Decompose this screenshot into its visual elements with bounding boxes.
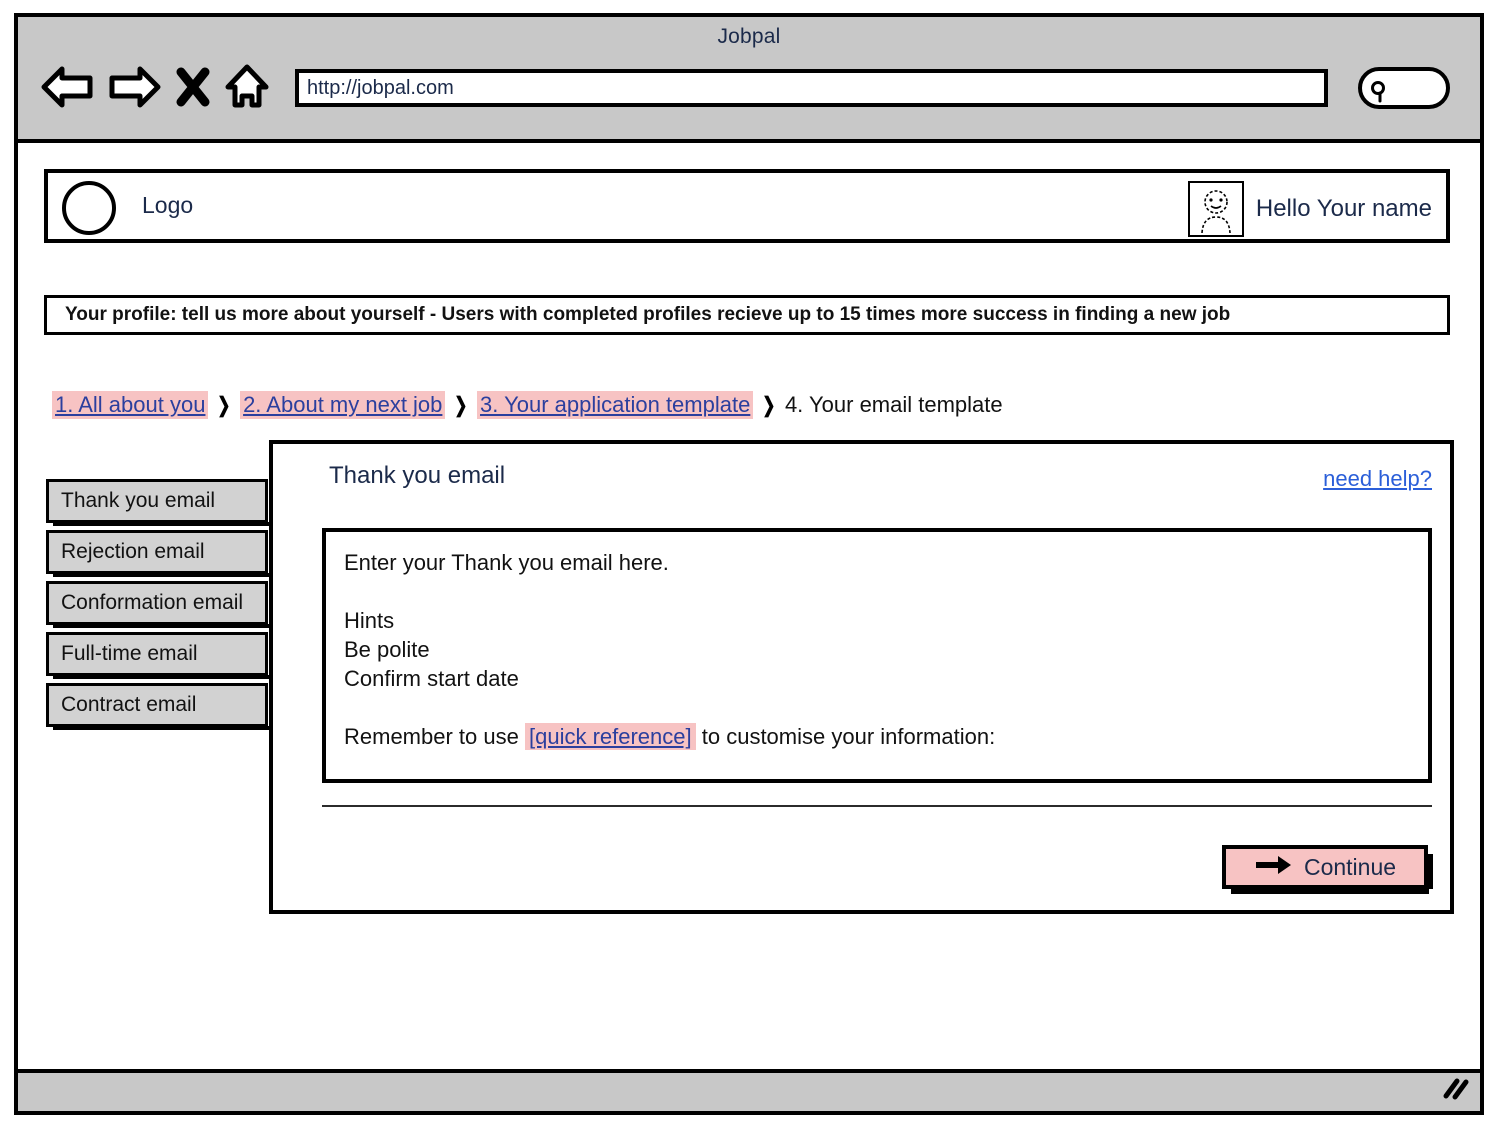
tab-label: Full-time email [61,642,198,665]
email-template-panel: Thank you email need help? Enter your Th… [269,440,1454,914]
breadcrumb-step-4: 4. Your email template [784,392,1003,417]
breadcrumb-separator: ❯ [454,393,468,417]
continue-button[interactable]: Continue [1222,845,1433,894]
editor-line-confirm-start-date: Confirm start date [344,666,519,691]
editor-line-hints: Hints [344,608,395,633]
breadcrumb-step-3[interactable]: 3. Your application template [477,391,754,419]
tab-contract-email[interactable]: Contract email [46,683,269,730]
need-help-link[interactable]: need help? [1323,466,1432,492]
search-input[interactable] [1358,67,1450,109]
breadcrumb: 1. All about you ❯ 2. About my next job … [52,391,1003,419]
browser-nav-icons [40,63,270,111]
tab-thank-you-email[interactable]: Thank you email [46,479,269,526]
remember-prefix: Remember to use [344,724,519,749]
email-body-textarea[interactable]: Enter your Thank you email here. Hints B… [322,528,1432,783]
breadcrumb-step-2[interactable]: 2. About my next job [240,391,446,419]
url-field[interactable]: http://jobpal.com [295,69,1328,107]
tab-label: Rejection email [61,540,205,563]
resize-grip-icon[interactable] [1440,1075,1470,1106]
url-text: http://jobpal.com [307,76,454,99]
editor-spacer [344,693,1410,722]
editor-line-intro: Enter your Thank you email here. [344,550,669,575]
breadcrumb-step-1[interactable]: 1. All about you [52,391,209,419]
site-header: Logo Hello Your name [44,169,1450,243]
search-icon [1368,79,1392,110]
right-arrow-icon [1254,854,1294,881]
editor-spacer [344,577,1410,606]
status-bar [18,1069,1480,1111]
breadcrumb-separator: ❯ [762,393,776,417]
greeting-text: Hello Your name [1255,195,1432,222]
browser-window: Jobpal http://jobpal.com Logo Hello Your… [14,13,1484,1115]
logo-icon [62,181,116,235]
panel-divider [322,805,1432,807]
email-template-tab-list: Thank you email Rejection email Conforma… [46,479,269,734]
tab-label: Conformation email [61,591,244,614]
close-x-icon[interactable] [176,65,210,109]
quick-reference-link[interactable]: [quick reference] [524,723,696,750]
tab-conformation-email[interactable]: Conformation email [46,581,269,628]
editor-line-remember: Remember to use [quick reference] to cus… [344,722,1410,751]
remember-suffix: to customise your information: [701,724,996,749]
forward-arrow-icon[interactable] [108,65,162,109]
panel-title: Thank you email [329,462,506,489]
profile-promo-banner: Your profile: tell us more about yoursel… [44,295,1450,335]
tab-full-time-email[interactable]: Full-time email [46,632,269,679]
tab-rejection-email[interactable]: Rejection email [46,530,269,577]
home-icon[interactable] [224,63,270,111]
back-arrow-icon[interactable] [40,65,94,109]
browser-chrome-bar: Jobpal http://jobpal.com [18,17,1480,143]
page-content: Logo Hello Your name Your profile: tell … [18,143,1480,1065]
tab-label: Contract email [61,693,197,716]
promo-text: Your profile: tell us more about yoursel… [65,304,1231,325]
continue-label: Continue [1303,853,1397,880]
user-area[interactable]: Hello Your name [1187,181,1432,237]
user-avatar-icon[interactable] [1187,181,1244,237]
logo-label: Logo [142,192,194,218]
tab-label: Thank you email [61,489,216,512]
panel-header: Thank you email need help? [273,444,1450,506]
window-title: Jobpal [717,25,781,48]
editor-line-be-polite: Be polite [344,637,430,662]
breadcrumb-separator: ❯ [217,393,231,417]
